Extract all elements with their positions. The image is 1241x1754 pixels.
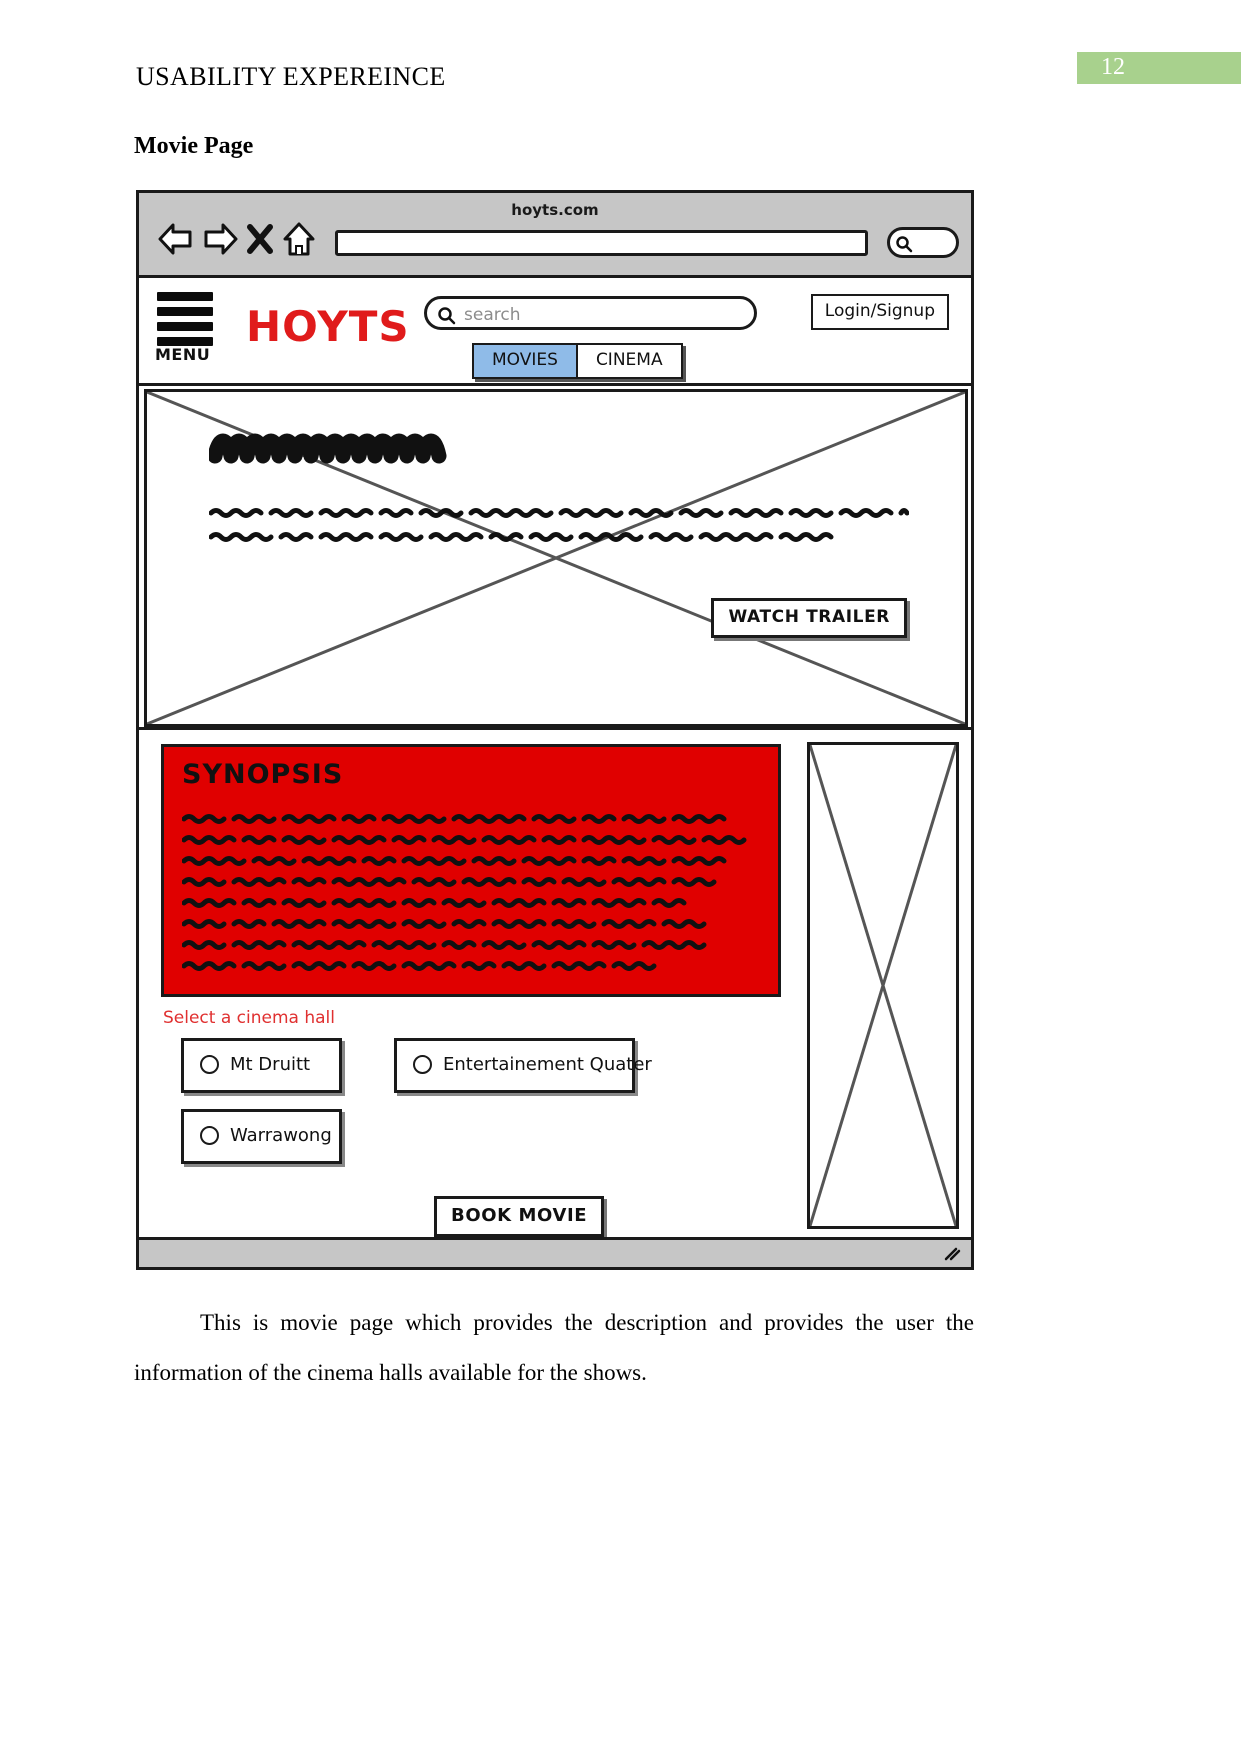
page-number: 12 — [1101, 54, 1125, 80]
cinema-hall-row: Mt Druitt Entertainement Quater — [181, 1038, 781, 1093]
tab-cinema[interactable]: CINEMA — [575, 343, 683, 379]
forward-arrow-icon[interactable] — [201, 222, 239, 256]
search-placeholder: search — [464, 305, 521, 325]
running-head: USABILITY EXPEREINCE — [136, 62, 446, 91]
side-image-placeholder — [807, 742, 959, 1229]
magnifier-icon — [895, 235, 913, 258]
caption-text: This is movie page which provides the de… — [134, 1310, 974, 1385]
site-navbar: MENU HOYTS search Login/Signup MOVIES CI… — [139, 278, 971, 386]
browser-title: hoyts.com — [511, 201, 599, 219]
hero-image-placeholder: WATCH TRAILER — [144, 389, 968, 727]
menu-label: MENU — [155, 345, 211, 364]
browser-chrome: hoyts.com — [139, 193, 971, 278]
synopsis-heading: SYNOPSIS — [182, 759, 344, 790]
radio-icon[interactable] — [413, 1055, 432, 1074]
radio-icon[interactable] — [200, 1126, 219, 1145]
browser-wireframe: hoyts.com MENU HOYTS search Login/Signup… — [136, 190, 974, 1270]
hamburger-bar — [157, 292, 213, 301]
cinema-hall-options: Mt Druitt Entertainement Quater Warrawon… — [181, 1038, 781, 1180]
document-header: USABILITY EXPEREINCE 12 — [0, 0, 1241, 120]
cinema-hall-label: Warrawong — [230, 1125, 332, 1146]
image-placeholder-cross-icon — [810, 745, 956, 1226]
select-cinema-hall-label: Select a cinema hall — [163, 1008, 335, 1028]
nav-tabs: MOVIES CINEMA — [472, 343, 683, 379]
cinema-hall-option-entertainement-quater[interactable]: Entertainement Quater — [394, 1038, 652, 1093]
resize-grip-icon[interactable] — [943, 1246, 961, 1267]
close-x-icon[interactable] — [245, 222, 275, 256]
cinema-hall-option-warrawong[interactable]: Warrawong — [181, 1109, 342, 1164]
movie-title-scribble — [209, 433, 447, 464]
cinema-hall-row: Warrawong — [181, 1109, 781, 1164]
cinema-hall-label: Entertainement Quater — [443, 1054, 652, 1075]
browser-controls — [157, 221, 317, 257]
home-icon[interactable] — [281, 221, 317, 257]
browser-status-bar — [139, 1237, 971, 1267]
cinema-hall-label: Mt Druitt — [230, 1054, 311, 1075]
login-signup-button[interactable]: Login/Signup — [810, 294, 949, 330]
book-movie-button[interactable]: BOOK MOVIE — [434, 1196, 605, 1237]
url-bar[interactable] — [335, 230, 868, 256]
movie-details-section: SYNOPSIS Select a cinema hall Mt Druitt … — [139, 727, 971, 1240]
synopsis-body-scribble — [181, 813, 762, 993]
hamburger-bar — [157, 307, 213, 316]
back-arrow-icon[interactable] — [157, 222, 195, 256]
movie-description-scribble — [208, 505, 910, 564]
page-number-badge: 12 — [1077, 52, 1241, 84]
search-input[interactable]: search — [424, 296, 757, 330]
synopsis-panel: SYNOPSIS — [161, 744, 781, 997]
caption-paragraph: This is movie page which provides the de… — [134, 1298, 974, 1398]
browser-search-pill[interactable] — [887, 227, 959, 258]
page-title: Movie Page — [134, 133, 254, 159]
tab-movies[interactable]: MOVIES — [472, 343, 578, 379]
hamburger-menu-icon[interactable] — [157, 292, 213, 352]
radio-icon[interactable] — [200, 1055, 219, 1074]
cinema-hall-option-mt-druitt[interactable]: Mt Druitt — [181, 1038, 342, 1093]
search-icon — [437, 306, 456, 330]
hamburger-bar — [157, 322, 213, 331]
watch-trailer-button[interactable]: WATCH TRAILER — [711, 598, 907, 638]
brand-logo[interactable]: HOYTS — [246, 302, 410, 351]
